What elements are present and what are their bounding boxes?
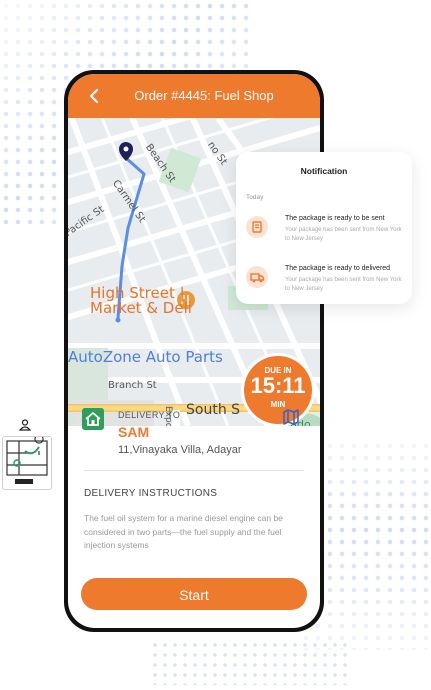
notification-header: Notification <box>300 166 348 176</box>
map-thumbnail-icon <box>2 434 52 490</box>
app-bar: Order #4445: Fuel Shop <box>68 74 320 118</box>
notification-desc: Your package has been sent from New York… <box>285 277 402 292</box>
map-label-high-street-line2: Market & Deli <box>90 299 192 317</box>
notification-title: The package is ready to delivered <box>285 265 391 272</box>
map-icon[interactable] <box>282 408 300 426</box>
delivery-info: DELIVERY TO SAM 11,Vinayaka Villa, Adaya… <box>82 404 306 474</box>
package-icon <box>246 216 268 238</box>
map-label-branch: Branch St <box>108 380 157 391</box>
person-outline-icon <box>18 419 32 431</box>
delivery-to-label: DELIVERY TO <box>118 410 181 420</box>
instructions-body: The fuel oil system for a marine diesel … <box>84 513 283 550</box>
due-time: 15:11 <box>250 373 306 398</box>
section-divider <box>84 470 304 471</box>
recipient-address: 11,Vinayaka Villa, Adayar <box>118 444 242 456</box>
map-label-high-street[interactable]: High Street | Market & Deli <box>90 286 192 316</box>
map-label-autozone[interactable]: AutoZone Auto Parts <box>68 348 223 366</box>
dot-pattern-bottom <box>150 640 350 685</box>
back-arrow-icon[interactable] <box>84 86 104 106</box>
notification-title: The package is ready to be sent <box>285 215 385 222</box>
notification-item[interactable]: The package is ready to delivered Your p… <box>236 262 412 302</box>
notification-item[interactable]: The package is ready to be sent Your pac… <box>236 212 412 252</box>
notification-section-today: Today <box>246 194 264 201</box>
recipient-name: SAM <box>118 424 150 440</box>
start-button[interactable]: Start <box>81 578 307 610</box>
notification-card: Notification Today The package is ready … <box>236 152 412 304</box>
notification-desc: Your package has been sent from New York… <box>285 227 402 242</box>
home-icon <box>82 408 104 430</box>
truck-icon <box>246 266 268 288</box>
page-title: Order #4445: Fuel Shop <box>134 88 274 103</box>
instructions-heading: DELIVERY INSTRUCTIONS <box>84 488 218 499</box>
